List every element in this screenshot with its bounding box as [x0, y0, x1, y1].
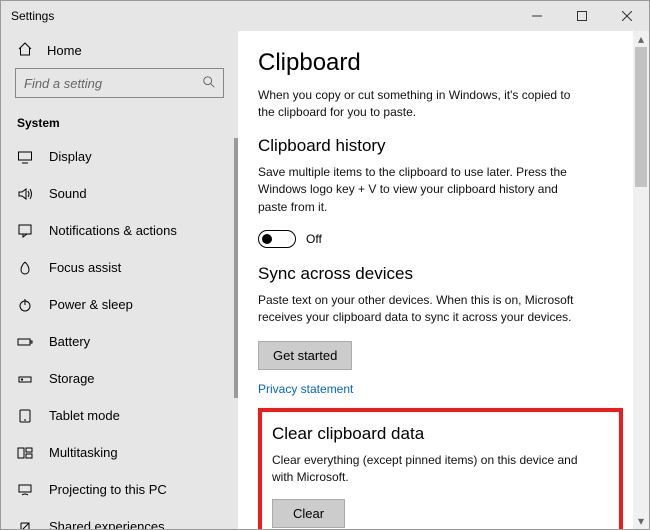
sidebar-nav: Display Sound Notifications & actions Fo…: [1, 138, 238, 529]
sync-heading: Sync across devices: [258, 264, 623, 284]
notifications-icon: [17, 223, 33, 239]
sidebar-item-label: Battery: [49, 334, 90, 349]
clear-section-highlight: Clear clipboard data Clear everything (e…: [258, 408, 623, 529]
sidebar-item-label: Power & sleep: [49, 297, 133, 312]
storage-icon: [17, 371, 33, 387]
titlebar: Settings: [1, 1, 649, 31]
focus-assist-icon: [17, 260, 33, 276]
sidebar-item-label: Focus assist: [49, 260, 121, 275]
privacy-link[interactable]: Privacy statement: [258, 382, 623, 396]
history-heading: Clipboard history: [258, 136, 623, 156]
sidebar-item-label: Storage: [49, 371, 95, 386]
search-field[interactable]: [24, 76, 202, 91]
sidebar-item-label: Shared experiences: [49, 519, 165, 529]
sidebar: Home System Display Sound Notifications …: [1, 31, 238, 529]
sidebar-item-storage[interactable]: Storage: [1, 360, 238, 397]
window-title: Settings: [1, 9, 514, 23]
minimize-button[interactable]: [514, 1, 559, 31]
sidebar-item-label: Notifications & actions: [49, 223, 177, 238]
sidebar-item-sound[interactable]: Sound: [1, 175, 238, 212]
scroll-down-icon[interactable]: ▾: [633, 513, 649, 529]
sidebar-item-battery[interactable]: Battery: [1, 323, 238, 360]
scroll-thumb[interactable]: [635, 47, 647, 187]
category-heading: System: [1, 106, 238, 138]
sync-desc: Paste text on your other devices. When t…: [258, 292, 588, 327]
battery-icon: [17, 334, 33, 350]
power-icon: [17, 297, 33, 313]
maximize-button[interactable]: [559, 1, 604, 31]
sidebar-item-label: Display: [49, 149, 92, 164]
intro-text: When you copy or cut something in Window…: [258, 87, 588, 122]
clear-desc: Clear everything (except pinned items) o…: [272, 452, 602, 487]
sidebar-item-label: Sound: [49, 186, 87, 201]
projecting-icon: [17, 482, 33, 498]
sound-icon: [17, 186, 33, 202]
sidebar-item-label: Projecting to this PC: [49, 482, 167, 497]
home-icon: [17, 41, 33, 60]
get-started-button[interactable]: Get started: [258, 341, 352, 370]
sidebar-item-shared[interactable]: Shared experiences: [1, 508, 238, 529]
sidebar-item-multitasking[interactable]: Multitasking: [1, 434, 238, 471]
main-scrollbar[interactable]: ▴ ▾: [633, 31, 649, 529]
history-desc: Save multiple items to the clipboard to …: [258, 164, 588, 216]
home-label: Home: [47, 43, 82, 58]
scroll-up-icon[interactable]: ▴: [633, 31, 649, 47]
sidebar-item-power[interactable]: Power & sleep: [1, 286, 238, 323]
sidebar-item-focus-assist[interactable]: Focus assist: [1, 249, 238, 286]
sidebar-item-display[interactable]: Display: [1, 138, 238, 175]
shared-icon: [17, 519, 33, 530]
close-button[interactable]: [604, 1, 649, 31]
history-toggle-state: Off: [306, 232, 322, 246]
window-controls: [514, 1, 649, 31]
search-icon: [202, 75, 216, 92]
page-title: Clipboard: [258, 49, 623, 77]
sidebar-item-label: Tablet mode: [49, 408, 120, 423]
sidebar-item-tablet[interactable]: Tablet mode: [1, 397, 238, 434]
tablet-icon: [17, 408, 33, 424]
sidebar-item-notifications[interactable]: Notifications & actions: [1, 212, 238, 249]
history-toggle[interactable]: [258, 230, 296, 248]
sidebar-item-label: Multitasking: [49, 445, 118, 460]
home-button[interactable]: Home: [1, 31, 238, 68]
multitasking-icon: [17, 445, 33, 461]
display-icon: [17, 149, 33, 165]
main-panel: Clipboard When you copy or cut something…: [238, 31, 649, 529]
sidebar-item-projecting[interactable]: Projecting to this PC: [1, 471, 238, 508]
search-input[interactable]: [15, 68, 224, 98]
clear-button[interactable]: Clear: [272, 499, 345, 528]
clear-heading: Clear clipboard data: [272, 424, 609, 444]
